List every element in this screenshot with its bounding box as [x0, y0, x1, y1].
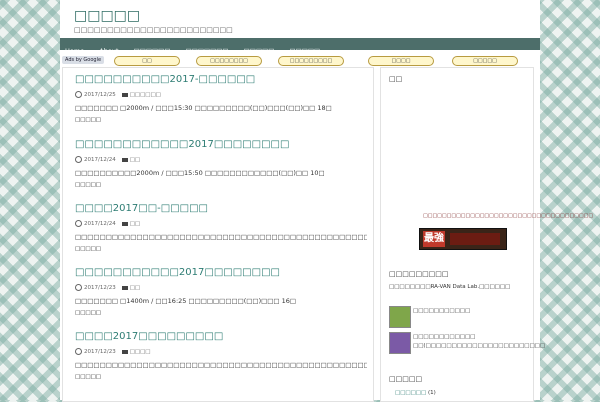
post-item: □□□□2017□□-□□□□□ 2017/12/24 □□ □□□□□□□□□□…: [75, 203, 367, 252]
post-item: □□□□2017□□□□□□□□□ 2017/12/23 □□□□ □□□□□□□…: [75, 331, 367, 380]
subnav-pill-2[interactable]: □□□□□□□□: [196, 56, 262, 66]
sidebar-section-title: □□□□□□□□□: [389, 270, 449, 278]
read-more-link[interactable]: □□□□□: [75, 246, 367, 252]
main-content: □□□□□□□□□□2017-□□□□□□ 2017/12/25 □□□□□□ □…: [62, 67, 374, 402]
post-date: 2017/12/25: [84, 92, 116, 98]
ads-by-google-label[interactable]: Ads by Google: [62, 56, 105, 64]
post-title[interactable]: □□□□□□□□□□2017-□□□□□□: [75, 74, 367, 85]
clock-icon: [75, 156, 82, 163]
post-meta: 2017/12/25 □□□□□□: [75, 91, 367, 98]
archive-count: (1): [427, 390, 436, 396]
thumb-image[interactable]: [389, 332, 411, 354]
post-meta: 2017/12/24 □□: [75, 156, 367, 163]
post-date: 2017/12/24: [84, 157, 116, 163]
post-meta: 2017/12/24 □□: [75, 220, 367, 227]
folder-icon: [121, 221, 128, 226]
post-category[interactable]: □□□□: [130, 349, 151, 355]
post-date: 2017/12/23: [84, 285, 116, 291]
read-more-link[interactable]: □□□□□: [75, 374, 367, 380]
post-item: □□□□□□□□□□□2017□□□□□□□□ 2017/12/23 □□ □□□…: [75, 267, 367, 316]
site-title[interactable]: □□□□□: [74, 8, 140, 24]
post-excerpt: □□□□□□□ □2000m / □□□15:30 □□□□□□□□□(□□)□…: [75, 104, 332, 112]
post-item: □□□□□□□□□□2017-□□□□□□ 2017/12/25 □□□□□□ □…: [75, 74, 367, 123]
subnav-pill-3[interactable]: □□□□□□□□□: [278, 56, 344, 66]
post-category[interactable]: □□□□□□: [130, 92, 161, 98]
post-meta: 2017/12/23 □□□□: [75, 348, 367, 355]
folder-icon: [121, 285, 128, 290]
site-description: □□□□□□□□□□□□□□□□□□□□□□□□: [74, 26, 233, 34]
post-title[interactable]: □□□□2017□□□□□□□□□: [75, 331, 367, 342]
folder-icon: [121, 157, 128, 162]
read-more-link[interactable]: □□□□□: [75, 117, 367, 123]
sidebar: □□ □□□□□□□□□□□□□□□□□□□□□□□□□□□□□□□□□□□□ …: [380, 67, 593, 402]
sub-nav: Ads by Google □□ □□□□□□□□ □□□□□□□□□ □□□□…: [60, 55, 540, 67]
promo-banner[interactable]: 最強: [419, 228, 507, 250]
sidebar-link[interactable]: □□□□□□□□□□□: [413, 308, 470, 314]
clock-icon: [75, 91, 82, 98]
post-excerpt: □□□□□□□□□□2000m / □□□15:50 □□□□□□□□□□□□(…: [75, 169, 325, 177]
banner-logo: 最強: [423, 231, 445, 247]
archive-item[interactable]: □□□□□□ (1): [395, 390, 436, 396]
banner-graphic: [450, 233, 500, 245]
subnav-pill-1[interactable]: □□: [114, 56, 180, 66]
main-nav: Home About □□□□□□ □□□□□□□ □□□□□ □□□□□: [60, 38, 540, 55]
sidebar-ad-title: □□: [389, 75, 403, 83]
folder-icon: [121, 92, 128, 97]
sidebar-section-text: □□□□□□□□RA-VAN Data Lab.□□□□□□: [389, 284, 511, 290]
banner-caption[interactable]: □□□□□□□□□□□□□□□□□□□□□□□□□□□□□□□□□□□□: [423, 213, 593, 220]
post-meta: 2017/12/23 □□: [75, 284, 367, 291]
subnav-pill-5[interactable]: □□□□□: [452, 56, 518, 66]
post-excerpt: □□□□□□□□□□□□□□□□□□□□□□□□□□□□□□□□□□□□□□□□…: [75, 233, 367, 241]
post-excerpt: □□□□□□□ □1400m / □□16:25 □□□□□□□□□(□□)□□…: [75, 297, 297, 305]
archive-title: □□□□□: [389, 375, 423, 383]
subnav-pill-4[interactable]: □□□□: [368, 56, 434, 66]
post-category[interactable]: □□: [130, 285, 140, 291]
thumb-image[interactable]: [389, 306, 411, 328]
post-date: 2017/12/23: [84, 349, 116, 355]
folder-icon: [121, 349, 128, 354]
clock-icon: [75, 220, 82, 227]
page-container: □□□□□ □□□□□□□□□□□□□□□□□□□□□□□□ Home Abou…: [60, 0, 593, 402]
post-title[interactable]: □□□□□□□□□□□□2017□□□□□□□□: [75, 139, 367, 150]
sidebar-link[interactable]: □□□□□□□□□□□□: [413, 334, 475, 340]
archive-label[interactable]: □□□□□□: [395, 390, 426, 396]
post-category[interactable]: □□: [130, 221, 140, 227]
post-excerpt: □□□□□□□□□□□□□□□□□□□□□□□□□□□□□□□□□□□□□□□□…: [75, 361, 367, 369]
post-category[interactable]: □□: [130, 157, 140, 163]
post-date: 2017/12/24: [84, 221, 116, 227]
read-more-link[interactable]: □□□□□: [75, 182, 367, 188]
clock-icon: [75, 284, 82, 291]
post-item: □□□□□□□□□□□□2017□□□□□□□□ 2017/12/24 □□ □□…: [75, 139, 367, 188]
post-title[interactable]: □□□□□□□□□□□2017□□□□□□□□: [75, 267, 367, 278]
sidebar-link-sub: □□(□□□□□□□□□□□□□□□□□□□□□□□: [413, 343, 546, 349]
read-more-link[interactable]: □□□□□: [75, 310, 367, 316]
post-title[interactable]: □□□□2017□□-□□□□□: [75, 203, 367, 214]
clock-icon: [75, 348, 82, 355]
